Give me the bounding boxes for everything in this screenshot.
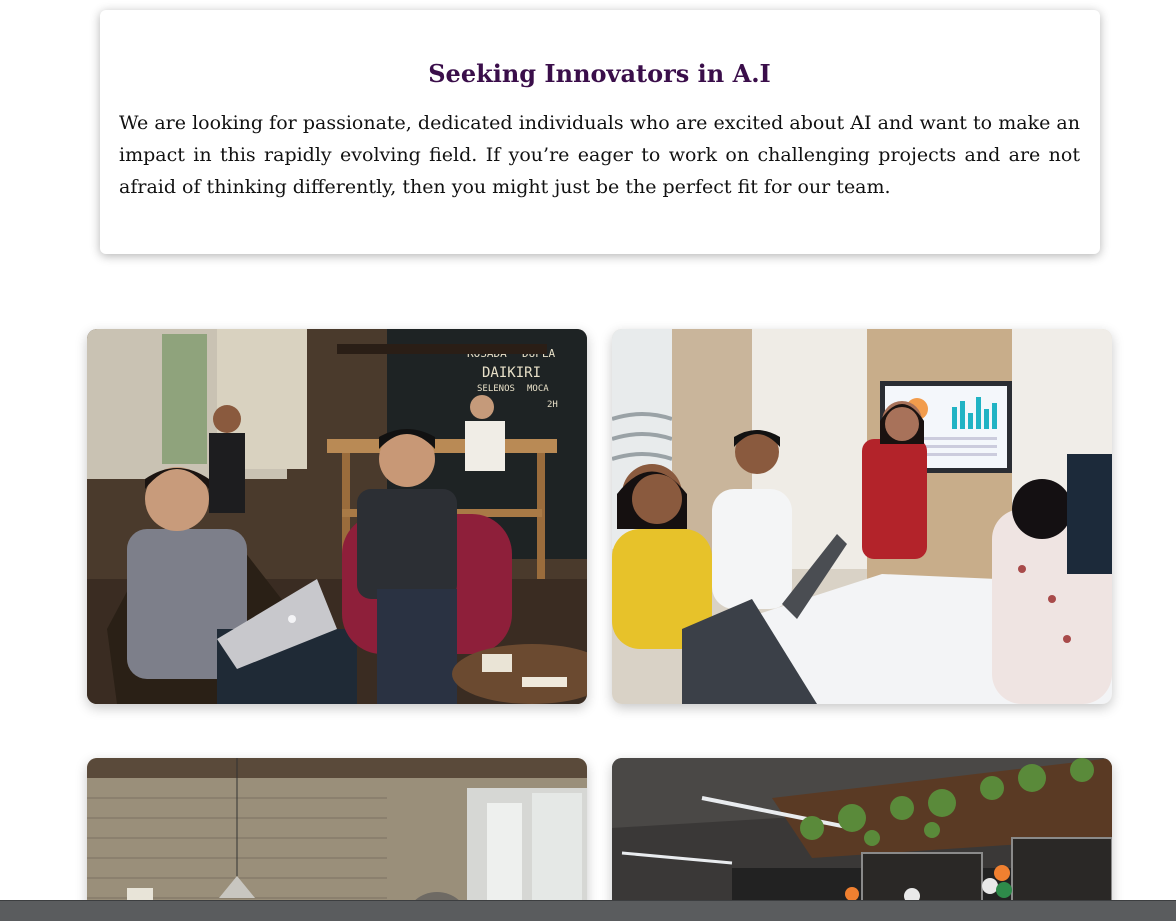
chalkboard-text: DAIKIRI — [482, 365, 541, 381]
team-photo-meeting — [612, 329, 1112, 704]
hero-card: Seeking Innovators in A.I We are looking… — [100, 10, 1100, 254]
office-photo-industrial — [87, 758, 587, 918]
chalkboard-text: 2H — [547, 400, 558, 410]
hero-description: We are looking for passionate, dedicated… — [119, 112, 1080, 198]
chalkboard-text: MOCA — [527, 384, 549, 394]
chalkboard-text: SELENOS — [477, 384, 515, 394]
hero-title: Seeking Innovators in A.I — [428, 59, 771, 88]
team-photo-cafe: ROSADA DUPLA DAIKIRI SELENOS MOCA 2H — [87, 329, 587, 704]
bottom-scrollbar[interactable] — [0, 900, 1176, 921]
office-photo-celebration — [612, 758, 1112, 918]
